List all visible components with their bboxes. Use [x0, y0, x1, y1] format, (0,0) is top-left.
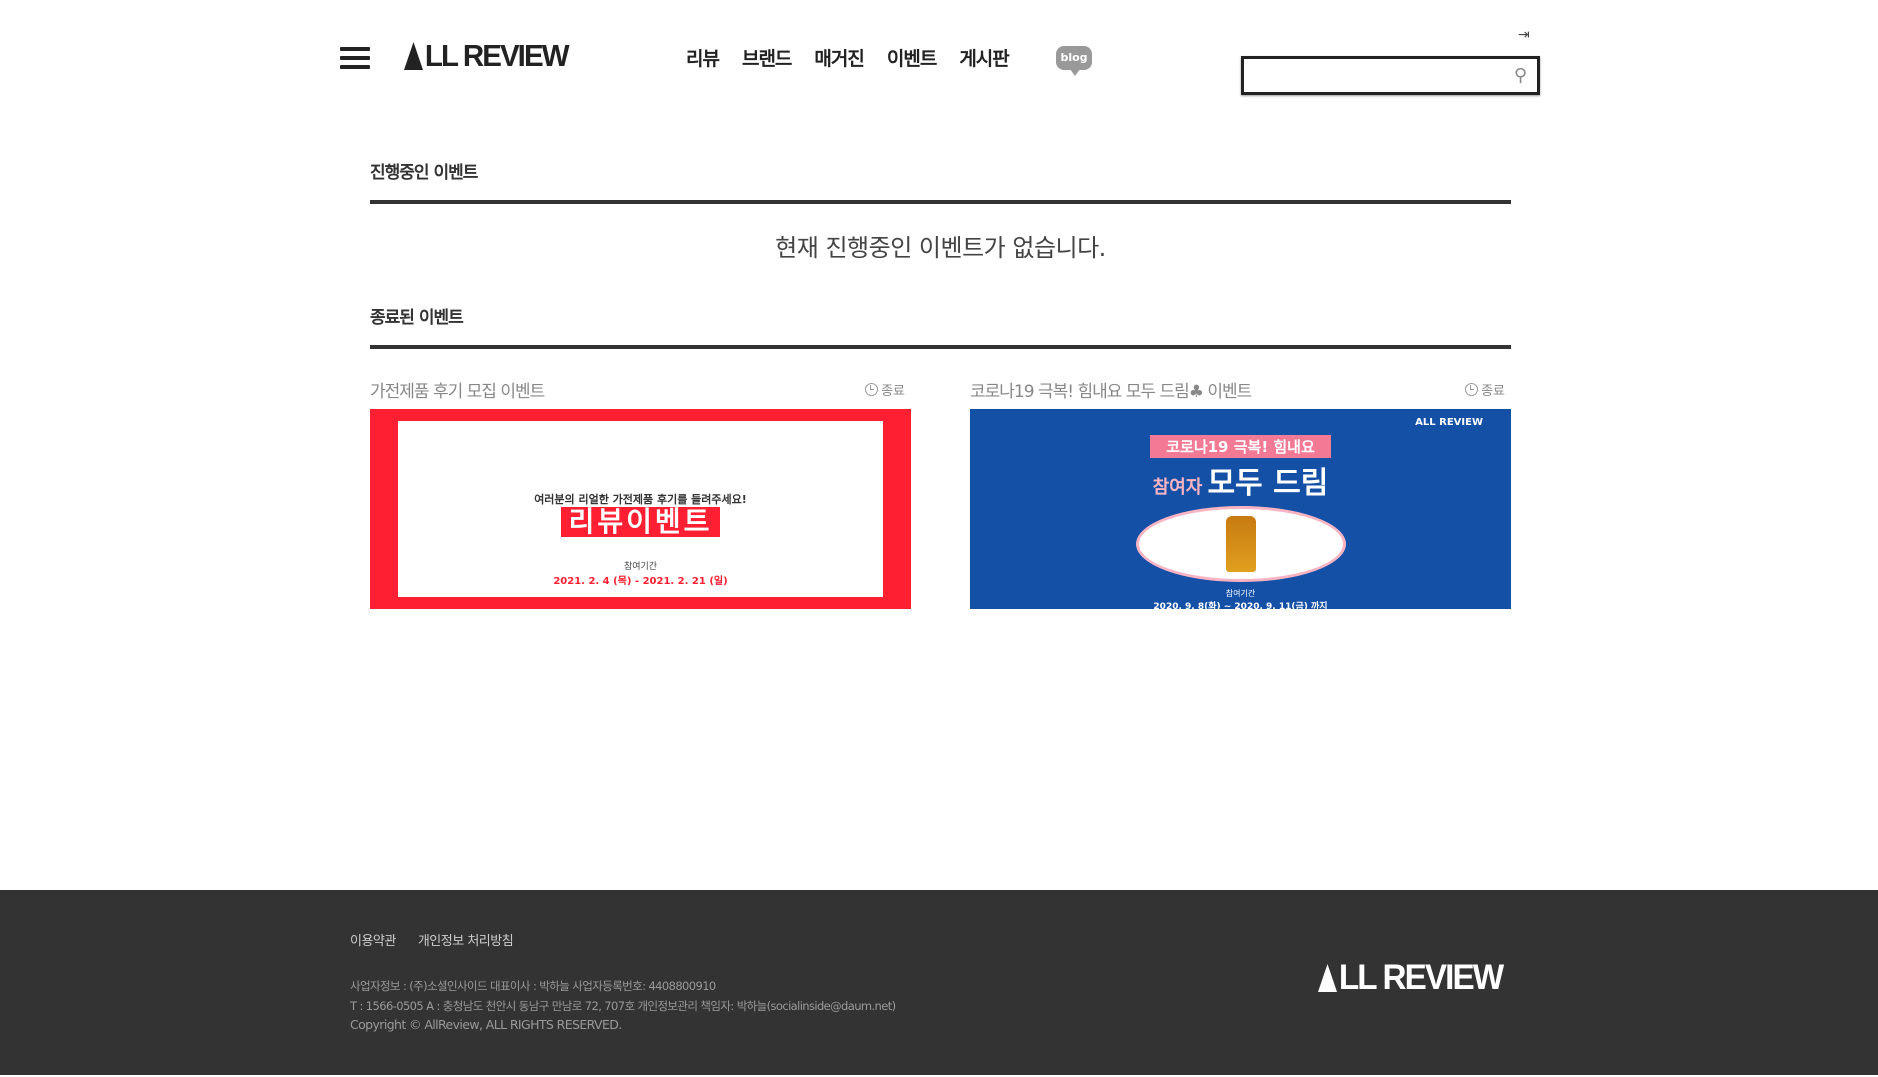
clock-icon [865, 382, 879, 396]
menu-button[interactable] [340, 47, 370, 69]
blog-button[interactable]: blog [1056, 46, 1092, 76]
nav-event[interactable]: 이벤트 [887, 44, 937, 71]
copyright: Copyright © AllReview, ALL RIGHTS RESERV… [350, 1017, 622, 1032]
search-icon[interactable]: ⚲ [1514, 65, 1527, 86]
company-info: 사업자정보 : (주)소셜인사이드 대표이사 : 박하늘 사업자등록번호: 44… [350, 979, 716, 993]
divider [370, 200, 1511, 204]
nav-magazine[interactable]: 매거진 [814, 44, 864, 71]
event-title[interactable]: 가전제품 후기 모집 이벤트 [370, 377, 545, 402]
event-title[interactable]: 코로나19 극복! 힘내요 모두 드림♣ 이벤트 [970, 377, 1252, 402]
login-icon[interactable]: ⇥ [1518, 27, 1530, 43]
search-box: ⚲ [1241, 56, 1540, 95]
bottle-image [1225, 516, 1256, 572]
footer: 이용약관 개인정보 처리방침 사업자정보 : (주)소셜인사이드 대표이사 : … [0, 890, 1878, 1075]
event-image[interactable]: 여러분의 리얼한 가전제품 후기를 들려주세요! 리뷰이벤트 참여기간 2021… [370, 409, 911, 609]
footer-logo: LL REVIEW [1318, 958, 1504, 998]
hamburger-icon [340, 47, 370, 51]
ended-title: 종료된 이벤트 [370, 308, 464, 328]
ongoing-title: 진행중인 이벤트 [370, 163, 478, 183]
status-badge: 종료 [1465, 380, 1505, 399]
terms-link[interactable]: 이용약관 [350, 930, 396, 949]
search-input[interactable] [1244, 59, 1494, 92]
privacy-link[interactable]: 개인정보 처리방침 [418, 930, 514, 949]
event-image[interactable]: ALL REVIEW 코로나19 극복! 힘내요 참여자 모두 드림 참여기간 … [970, 409, 1511, 609]
divider [370, 345, 1511, 349]
logo[interactable]: LL REVIEW [404, 38, 570, 74]
footer-links: 이용약관 개인정보 처리방침 [350, 930, 514, 949]
nav-board[interactable]: 게시판 [959, 44, 1009, 71]
event-card[interactable]: 코로나19 극복! 힘내요 모두 드림♣ 이벤트 종료 ALL REVIEW 코… [970, 378, 1511, 609]
nav-brand[interactable]: 브랜드 [742, 44, 792, 71]
empty-message: 현재 진행중인 이벤트가 없습니다. [775, 234, 1106, 262]
nav-review[interactable]: 리뷰 [686, 44, 720, 71]
clock-icon [1465, 382, 1479, 396]
event-card[interactable]: 가전제품 후기 모집 이벤트 종료 여러분의 리얼한 가전제품 후기를 들려주세… [370, 378, 911, 609]
main-nav: 리뷰 브랜드 매거진 이벤트 게시판 [686, 44, 1010, 71]
contact-info: T : 1566-0505 A : 충청남도 천안시 동남구 만남로 72, 7… [350, 999, 896, 1013]
status-badge: 종료 [865, 380, 905, 399]
